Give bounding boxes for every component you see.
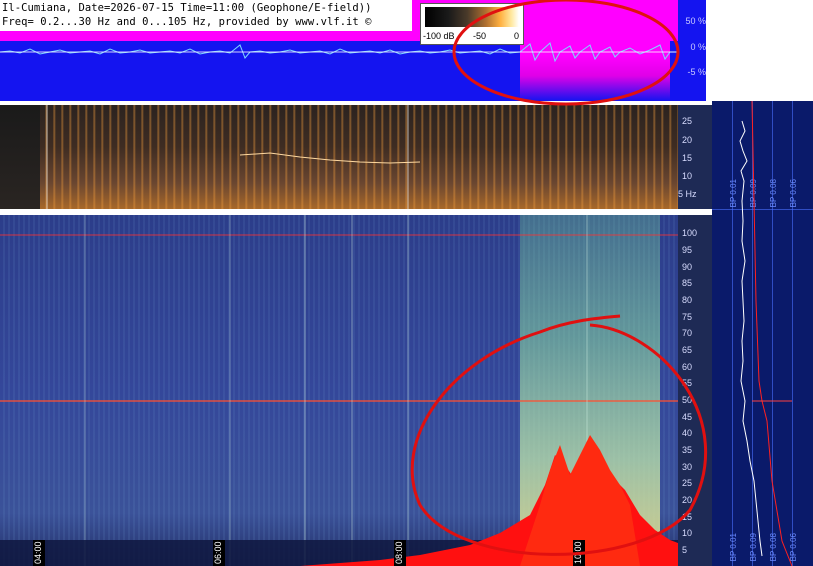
tick-45: 45 bbox=[682, 412, 693, 422]
mid-frequency-axis: 25 20 15 10 5 Hz bbox=[678, 105, 712, 209]
time-label-1000: 10:00 bbox=[573, 540, 585, 566]
high-frequency-axis: 100 95 90 85 80 75 70 65 60 55 50 45 40 … bbox=[678, 215, 712, 566]
tick-35: 35 bbox=[682, 445, 693, 455]
time-label-0800: 08:00 bbox=[394, 540, 406, 566]
tick-20: 20 bbox=[682, 135, 693, 145]
tick-15: 15 bbox=[682, 512, 693, 522]
tick-95: 95 bbox=[682, 245, 693, 255]
axis-label-50pct: 50 % bbox=[685, 16, 706, 26]
tick-5: 5 bbox=[682, 545, 688, 555]
title-line-1: Il-Cumiana, Date=2026-07-15 Time=11:00 (… bbox=[2, 2, 372, 14]
title-box: Il-Cumiana, Date=2026-07-15 Time=11:00 (… bbox=[0, 0, 412, 31]
bottom-overlay bbox=[0, 215, 678, 566]
time-label-0400: 04:00 bbox=[33, 540, 45, 566]
color-gradient bbox=[425, 7, 519, 27]
tick-85: 85 bbox=[682, 278, 693, 288]
tick-15: 15 bbox=[682, 153, 693, 163]
tick-10: 10 bbox=[682, 171, 693, 181]
colorbar-label-min: -100 dB bbox=[423, 31, 455, 41]
tick-80: 80 bbox=[682, 295, 693, 305]
tick-25: 25 bbox=[682, 478, 693, 488]
tick-50: 50 bbox=[682, 395, 693, 405]
mid-overlay bbox=[46, 105, 421, 209]
colorbar-label-max: 0 bbox=[514, 31, 520, 41]
tick-100: 100 bbox=[682, 228, 698, 238]
time-label-0600: 06:00 bbox=[213, 540, 225, 566]
tick-10: 10 bbox=[682, 528, 693, 538]
tick-20: 20 bbox=[682, 495, 693, 505]
tick-60: 60 bbox=[682, 362, 693, 372]
axis-label-0pct: 0 % bbox=[690, 42, 706, 52]
spectrogram-display: Il-Cumiana, Date=2026-07-15 Time=11:00 (… bbox=[0, 0, 813, 566]
tick-75: 75 bbox=[682, 312, 693, 322]
tick-90: 90 bbox=[682, 262, 693, 272]
color-scale-bar: -100 dB -50 0 bbox=[420, 3, 524, 45]
tick-65: 65 bbox=[682, 345, 693, 355]
profile-trace bbox=[739, 101, 793, 566]
right-top-blank bbox=[712, 0, 813, 101]
tick-5hz: 5 Hz bbox=[678, 189, 697, 199]
waveform-trace bbox=[0, 42, 678, 63]
tick-70: 70 bbox=[682, 328, 693, 338]
tick-25: 25 bbox=[682, 116, 693, 126]
tick-55: 55 bbox=[682, 378, 693, 388]
frequency-profile-graph: BP 0.01 BP 0.09 BP 0.08 BP 0.06 BP 0.01 … bbox=[712, 101, 813, 566]
axis-label-minus5pct: -5 % bbox=[687, 67, 706, 77]
amplitude-axis: 50 % 0 % -5 % bbox=[678, 0, 706, 101]
colorbar-label-mid: -50 bbox=[473, 31, 487, 41]
tick-30: 30 bbox=[682, 462, 693, 472]
tick-40: 40 bbox=[682, 428, 693, 438]
title-line-2: Freq= 0.2...30 Hz and 0...105 Hz, provid… bbox=[2, 16, 372, 28]
